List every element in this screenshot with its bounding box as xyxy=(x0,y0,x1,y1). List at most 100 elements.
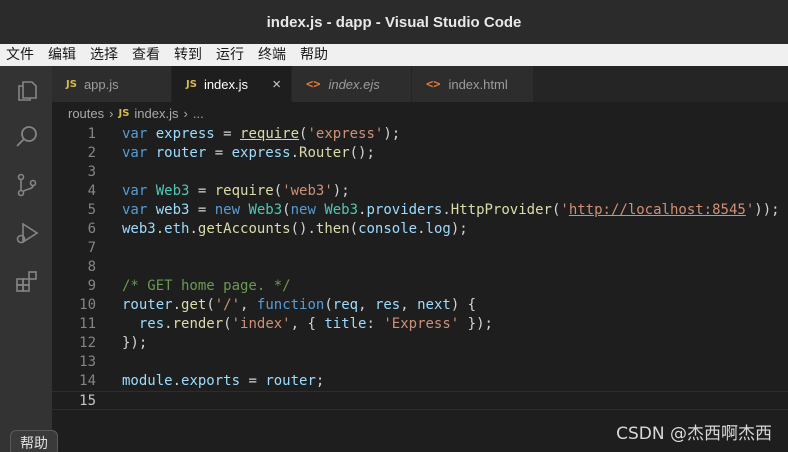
code-token: = xyxy=(189,202,215,218)
window-titlebar: index.js - dapp - Visual Studio Code xyxy=(0,0,788,44)
code-line[interactable]: 6 web3.eth.getAccounts().then(console.log… xyxy=(52,220,788,239)
code-token: = xyxy=(206,145,232,161)
code-line[interactable]: 9 /* GET home page. */ xyxy=(52,277,788,296)
code-line[interactable]: 14 module.exports = router; xyxy=(52,372,788,391)
code-line[interactable]: 13 xyxy=(52,353,788,372)
breadcrumb-file[interactable]: index.js xyxy=(134,106,178,121)
menu-view[interactable]: 查看 xyxy=(132,44,160,66)
code-line[interactable]: 11 res.render('index', { title: 'Express… xyxy=(52,315,788,334)
code-token: eth xyxy=(164,221,190,237)
code-token: ( xyxy=(282,202,291,218)
code-token: providers xyxy=(366,202,443,218)
code-text: var express = require('express'); xyxy=(122,125,400,144)
menu-go[interactable]: 转到 xyxy=(174,44,202,66)
line-number: 11 xyxy=(79,316,96,332)
code-token: ); xyxy=(332,183,350,199)
code-line[interactable]: 15 xyxy=(52,391,788,410)
tab-index-ejs[interactable]: <> index.ejs xyxy=(292,66,412,102)
code-line[interactable]: 2 var router = express.Router(); xyxy=(52,144,788,163)
code-line[interactable]: 7 xyxy=(52,239,788,258)
menu-terminal[interactable]: 终端 xyxy=(258,44,286,66)
tab-app-js[interactable]: JS app.js xyxy=(52,66,172,102)
code-token: next xyxy=(417,297,451,313)
source-control-icon[interactable] xyxy=(14,172,40,198)
code-token: var xyxy=(122,202,156,218)
line-number: 3 xyxy=(87,164,96,180)
search-icon[interactable] xyxy=(14,124,40,150)
code-line[interactable]: 5 var web3 = new Web3(new Web3.providers.… xyxy=(52,201,788,220)
code-token: '/' xyxy=(214,297,241,313)
breadcrumb-symbols[interactable]: ... xyxy=(193,106,204,121)
breadcrumb-folder[interactable]: routes xyxy=(68,106,104,121)
explorer-icon[interactable] xyxy=(14,78,40,104)
line-number: 1 xyxy=(87,126,96,142)
code-line[interactable]: 12}); xyxy=(52,334,788,353)
code-token: }); xyxy=(122,335,148,351)
code-token: = xyxy=(189,183,215,199)
code-token: new xyxy=(214,202,249,218)
code-token: getAccounts xyxy=(197,221,291,237)
code-token: res xyxy=(374,297,401,313)
code-token: ); xyxy=(383,126,401,142)
menu-selection[interactable]: 选择 xyxy=(90,44,118,66)
run-debug-icon[interactable] xyxy=(14,220,40,246)
code-token: express xyxy=(155,126,215,142)
code-editor[interactable]: 1 var express = require('express'); 2 var r… xyxy=(52,124,788,452)
menu-file[interactable]: 文件 xyxy=(6,44,34,66)
line-number: 6 xyxy=(87,221,96,237)
code-text: web3.eth.getAccounts().then(console.log)… xyxy=(122,220,468,239)
code-token: ( xyxy=(223,316,232,332)
code-token: . xyxy=(417,221,426,237)
code-text: router.get('/', function(req, res, next)… xyxy=(122,296,476,315)
javascript-icon: JS xyxy=(118,107,130,119)
code-token: ( xyxy=(349,221,359,237)
code-line[interactable]: 8 xyxy=(52,258,788,277)
code-token: . xyxy=(172,297,182,313)
code-token: require xyxy=(214,183,274,199)
code-text: module.exports = router; xyxy=(122,372,324,391)
code-token: Web3 xyxy=(324,202,359,218)
code-token: console xyxy=(358,221,418,237)
activity-bar xyxy=(0,66,52,452)
close-icon[interactable]: × xyxy=(272,76,281,93)
code-token: . xyxy=(189,221,198,237)
code-token: 'Express' xyxy=(383,316,460,332)
code-token: express xyxy=(231,145,291,161)
editor-tabs: JS app.js JS index.js × <> index.ejs <> … xyxy=(52,66,788,102)
menu-help[interactable]: 帮助 xyxy=(300,44,328,66)
code-token: log xyxy=(425,221,451,237)
extensions-icon[interactable] xyxy=(14,268,40,294)
code-token: : xyxy=(366,316,384,332)
code-line[interactable]: 3 xyxy=(52,163,788,182)
line-number: 2 xyxy=(87,145,96,161)
code-token: ; xyxy=(315,373,325,389)
html-icon: <> xyxy=(306,77,321,91)
chevron-right-icon: › xyxy=(109,105,114,121)
code-token: var xyxy=(122,126,156,142)
code-token: var xyxy=(122,183,156,199)
tab-index-html[interactable]: <> index.html xyxy=(412,66,534,102)
tab-index-js[interactable]: JS index.js × xyxy=(172,66,292,102)
line-number: 10 xyxy=(79,297,96,313)
javascript-icon: JS xyxy=(186,78,197,90)
code-token: 'index' xyxy=(231,316,291,332)
code-text: var web3 = new Web3(new Web3.providers.H… xyxy=(122,201,780,220)
tab-label: index.html xyxy=(448,76,508,92)
code-text: /* GET home page. */ xyxy=(122,277,291,296)
code-token: function xyxy=(256,297,325,313)
window-title: index.js - dapp - Visual Studio Code xyxy=(266,13,522,31)
code-token: get xyxy=(181,297,207,313)
line-number: 7 xyxy=(87,240,96,256)
code-token: web3 xyxy=(155,202,190,218)
code-line[interactable]: 10 router.get('/', function(req, res, nex… xyxy=(52,296,788,315)
menu-run[interactable]: 运行 xyxy=(216,44,244,66)
code-token: router xyxy=(155,145,207,161)
code-line[interactable]: 4 var Web3 = require('web3'); xyxy=(52,182,788,201)
code-token: , xyxy=(400,297,418,313)
line-number: 15 xyxy=(79,393,96,409)
code-token: require xyxy=(240,126,300,142)
line-number: 13 xyxy=(79,354,96,370)
code-line[interactable]: 1 var express = require('express'); xyxy=(52,125,788,144)
menu-edit[interactable]: 编辑 xyxy=(48,44,76,66)
code-token: new xyxy=(290,202,325,218)
